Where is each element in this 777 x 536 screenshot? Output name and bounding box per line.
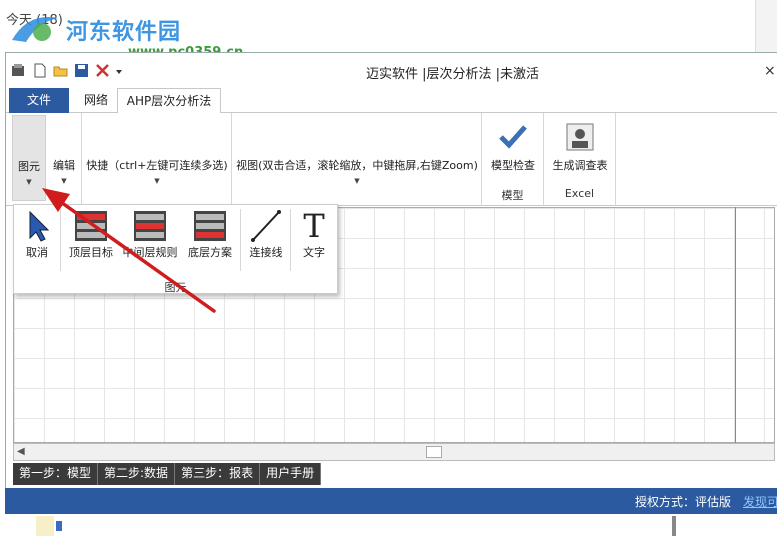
element-group-caption: 图元 (164, 281, 187, 294)
bottom-plan-tool-label: 底层方案 (188, 246, 232, 259)
status-bar: 授权方式：评估版 发现可 (5, 488, 777, 514)
watermark-logo-icon (12, 16, 58, 42)
model-group-caption: 模型 (501, 189, 524, 202)
ribbon-group-view: 视图(双击合适，滚轮缩放，中键拖屏,右键Zoom) ▼ (232, 113, 482, 206)
background-taskbar-strip (0, 514, 777, 536)
close-icon[interactable]: × (764, 63, 776, 79)
text-tool-button[interactable]: T 文字 (294, 207, 334, 273)
connector-tool-button[interactable]: 连接线 (244, 207, 288, 273)
save-icon[interactable] (73, 62, 90, 79)
separator (290, 209, 291, 271)
text-tool-label: 文字 (303, 246, 325, 259)
model-check-label: 模型检查 (491, 159, 535, 172)
edit-menu-button[interactable]: 编辑 ▼ (48, 115, 80, 201)
middle-rule-tool-button[interactable]: 中间层规则 (120, 207, 180, 273)
delete-icon[interactable] (94, 62, 111, 79)
ribbon-tabs: 文件 网络 AHP层次分析法 (6, 88, 777, 114)
chevron-down-icon: ▼ (26, 178, 32, 186)
view-menu-label: 视图(双击合适，滚轮缩放，中键拖屏,右键Zoom) (236, 159, 478, 172)
user-manual-tab[interactable]: 用户手册 (260, 463, 322, 485)
top-goal-tool-button[interactable]: 顶层目标 (64, 207, 118, 273)
edit-menu-label: 编辑 (53, 159, 75, 172)
separator (60, 209, 61, 271)
pointer-cursor-icon (29, 210, 50, 242)
layer-block-icon (194, 211, 226, 241)
ribbon-group-excel: 生成调查表 Excel (544, 113, 616, 206)
window-title: 迈实软件 |层次分析法 |未激活 (366, 67, 540, 82)
step-data-tab[interactable]: 第二步:数据 (98, 463, 176, 485)
view-menu-button[interactable]: 视图(双击合适，滚轮缩放，中键拖屏,右键Zoom) ▼ (232, 115, 482, 201)
screen: 今天 (18) 河东软件园 www.pc0359.cn 迈实软件 |层次分析法 … (0, 0, 777, 536)
checkmark-icon (499, 125, 527, 149)
horizontal-scrollbar[interactable]: ◀ (13, 443, 775, 461)
title-bar: 迈实软件 |层次分析法 |未激活 × (6, 53, 777, 88)
generate-survey-label: 生成调查表 (552, 159, 608, 172)
element-menu-label: 图元 (18, 160, 40, 173)
ribbon-group-model: 模型检查 模型 (482, 113, 544, 206)
license-mode-label: 授权方式：评估版 (635, 495, 732, 509)
survey-form-icon (566, 123, 594, 151)
separator (240, 209, 241, 271)
open-folder-icon[interactable] (52, 62, 69, 79)
bottom-plan-tool-button[interactable]: 底层方案 (182, 207, 238, 273)
ribbon-group-element-edit: 图元 ▼ 编辑 ▼ (10, 113, 82, 206)
watermark-title: 河东软件园 (66, 19, 182, 45)
tab-ahp[interactable]: AHP层次分析法 (117, 88, 221, 114)
middle-rule-tool-label: 中间层规则 (122, 246, 178, 259)
layer-block-icon (134, 211, 166, 241)
cancel-tool-button[interactable]: 取消 (18, 207, 56, 273)
excel-group-caption: Excel (564, 187, 595, 200)
step-model-tab[interactable]: 第一步：模型 (13, 463, 99, 485)
shortcut-menu-label: 快捷（ctrl+左键可连续多选) (86, 159, 228, 172)
ribbon: 图元 ▼ 编辑 ▼ 快捷（ctrl+左键可连续多选) ▼ 视图(双击合适，滚轮缩… (6, 113, 777, 206)
tab-network[interactable]: 网络 (76, 88, 116, 113)
chevron-down-icon: ▼ (154, 177, 160, 185)
background-file-icon (36, 516, 54, 536)
discover-link[interactable]: 发现可 (743, 493, 777, 510)
step-tabs: 第一步：模型 第二步:数据 第三步：报表 用户手册 (13, 463, 322, 485)
chevron-down-icon: ▼ (61, 177, 67, 185)
app-icon (12, 63, 24, 76)
background-marker-icon (56, 521, 62, 531)
scroll-left-icon[interactable]: ◀ (17, 446, 25, 457)
chevron-down-icon: ▼ (354, 177, 360, 185)
connector-tool-label: 连接线 (249, 246, 283, 259)
tab-file[interactable]: 文件 (9, 88, 69, 113)
shortcut-menu-button[interactable]: 快捷（ctrl+左键可连续多选) ▼ (82, 115, 232, 201)
element-menu-button[interactable]: 图元 ▼ (12, 115, 46, 201)
scroll-thumb[interactable] (426, 446, 442, 458)
cancel-tool-label: 取消 (26, 246, 48, 259)
background-scrollbar (755, 0, 777, 52)
qat-dropdown-icon[interactable] (115, 62, 123, 79)
new-file-icon[interactable] (31, 62, 48, 79)
quick-access-toolbar (10, 60, 123, 80)
step-report-tab[interactable]: 第三步：报表 (175, 463, 261, 485)
top-goal-tool-label: 顶层目标 (69, 246, 113, 259)
connector-line-icon (251, 210, 281, 242)
ribbon-group-shortcut: 快捷（ctrl+左键可连续多选) ▼ (82, 113, 232, 206)
background-divider (672, 516, 676, 536)
element-dropdown-panel: 取消 顶层目标 中间层规则 底层方案 连接线 T 文字 图元 (13, 204, 338, 294)
canvas-page-guide (735, 207, 736, 443)
layer-block-icon (75, 211, 107, 241)
text-t-icon: T (303, 207, 325, 245)
